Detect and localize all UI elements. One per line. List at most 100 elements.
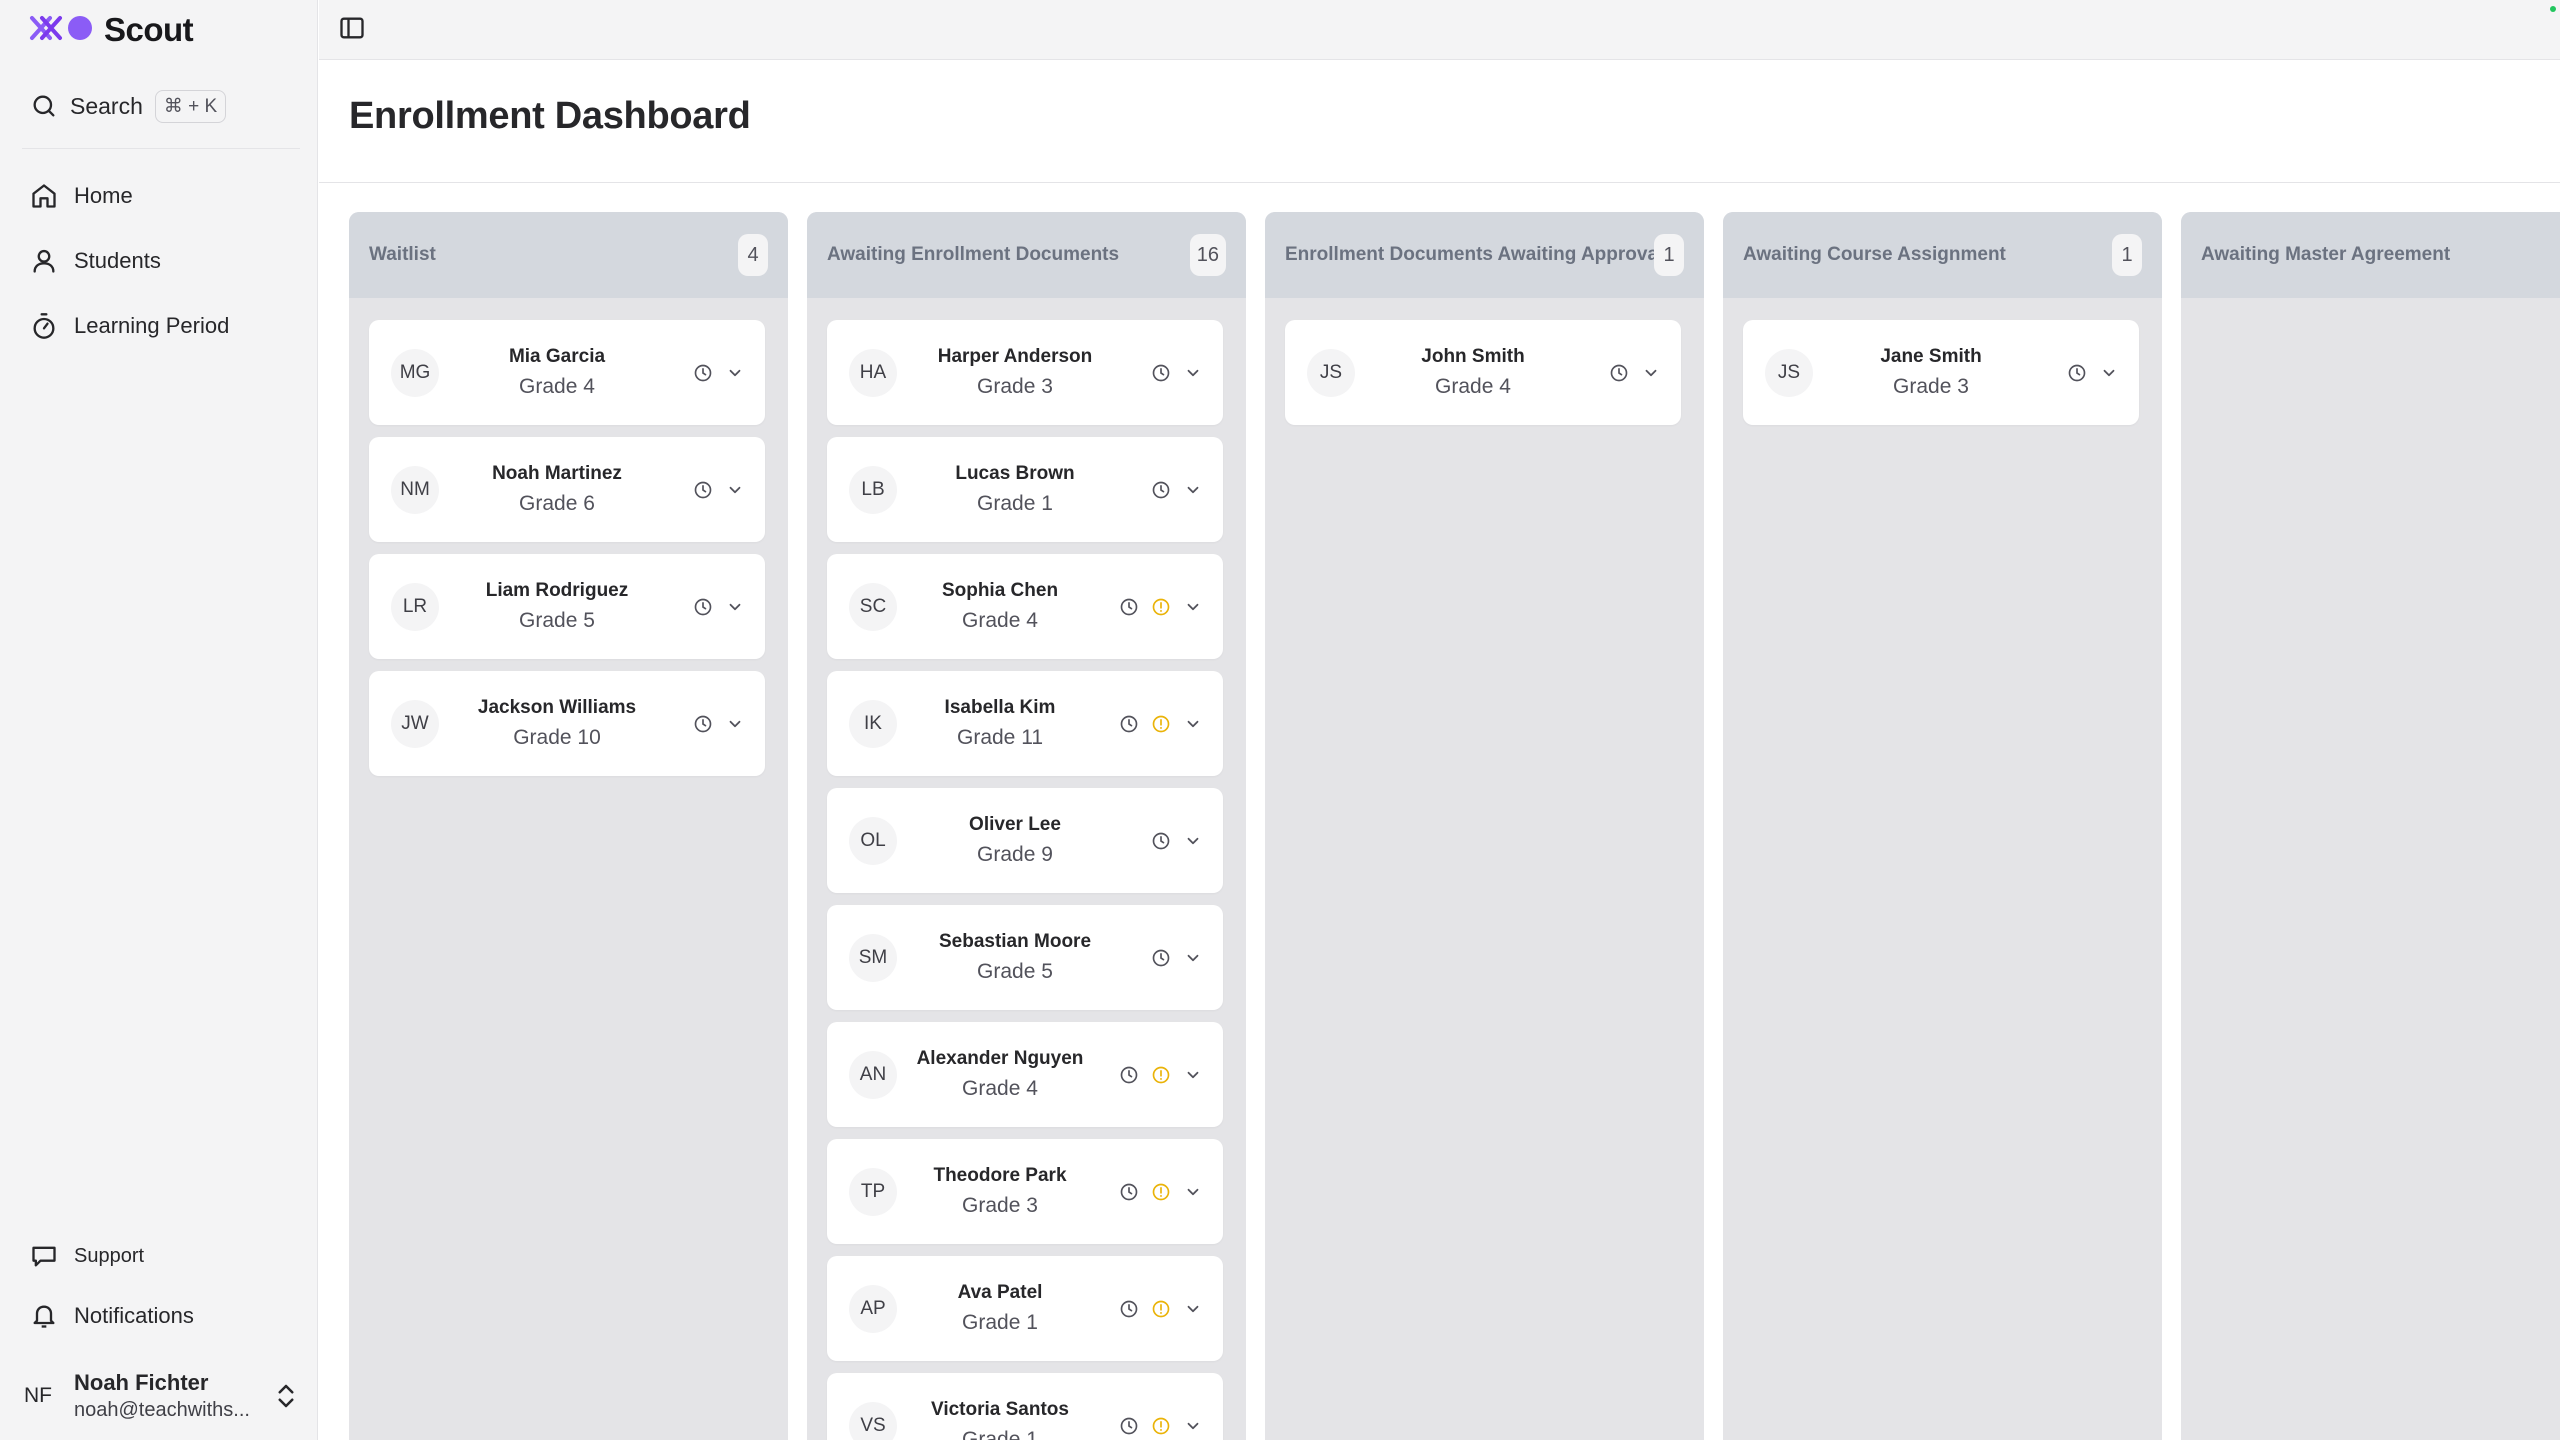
student-card[interactable]: TP Theodore Park Grade 3	[827, 1139, 1223, 1244]
chevron-down-icon[interactable]	[1181, 1414, 1205, 1438]
clock-icon[interactable]	[1117, 1297, 1141, 1321]
clock-icon[interactable]	[1117, 595, 1141, 619]
student-info: Isabella Kim Grade 11	[907, 693, 1093, 753]
chevron-down-icon[interactable]	[1181, 478, 1205, 502]
student-card[interactable]: AN Alexander Nguyen Grade 4	[827, 1022, 1223, 1127]
sidebar-item-label: Learning Period	[74, 313, 230, 338]
sidebar-item-label: Notifications	[74, 1303, 194, 1328]
chevron-down-icon[interactable]	[723, 595, 747, 619]
column-title: Awaiting Master Agreement	[2201, 244, 2451, 265]
student-avatar: TP	[849, 1168, 897, 1216]
clock-icon[interactable]	[1149, 829, 1173, 853]
chevron-down-icon[interactable]	[1181, 1063, 1205, 1087]
top-bar	[319, 0, 2560, 60]
kanban-column: Waitlist 4 MG Mia Garcia Grade 4 NM Noah Marti…	[349, 212, 788, 1440]
chevron-down-icon[interactable]	[2097, 361, 2121, 385]
sidebar-item-learning-period[interactable]: Learning Period	[28, 304, 229, 348]
clock-icon[interactable]	[1117, 1063, 1141, 1087]
student-grade: Grade 3	[1893, 375, 1969, 398]
clock-icon[interactable]	[2065, 361, 2089, 385]
search-shortcut: ⌘ + K	[154, 89, 227, 123]
student-card[interactable]: NM Noah Martinez Grade 6	[369, 437, 765, 542]
alert-circle-icon[interactable]	[1149, 595, 1173, 619]
card-actions	[691, 594, 747, 620]
sidebar-item-support[interactable]: Support	[28, 1234, 144, 1278]
chevron-down-icon[interactable]	[723, 361, 747, 385]
student-grade: Grade 4	[1435, 375, 1511, 398]
card-list: JS John Smith Grade 4	[1285, 320, 1681, 437]
student-card[interactable]: IK Isabella Kim Grade 11	[827, 671, 1223, 776]
alert-circle-icon[interactable]	[1149, 1180, 1173, 1204]
student-card[interactable]: JS John Smith Grade 4	[1285, 320, 1681, 425]
student-avatar: IK	[849, 700, 897, 748]
student-info: Alexander Nguyen Grade 4	[907, 1044, 1093, 1104]
card-actions	[1117, 1179, 1205, 1205]
clock-icon[interactable]	[1149, 361, 1173, 385]
sidebar-item-notifications[interactable]: Notifications	[28, 1294, 194, 1338]
student-info: Noah Martinez Grade 6	[449, 459, 665, 519]
student-avatar: LB	[849, 466, 897, 514]
chevron-down-icon[interactable]	[723, 478, 747, 502]
column-header: Awaiting Course Assignment 1	[1723, 212, 2162, 298]
chevron-down-icon[interactable]	[1181, 595, 1205, 619]
clock-icon[interactable]	[1607, 361, 1631, 385]
chevron-down-icon[interactable]	[1181, 1180, 1205, 1204]
chevron-down-icon[interactable]	[1181, 946, 1205, 970]
chevron-down-icon[interactable]	[1639, 361, 1663, 385]
clock-icon[interactable]	[691, 478, 715, 502]
student-card[interactable]: HA Harper Anderson Grade 3	[827, 320, 1223, 425]
student-name: Ava Patel	[957, 1282, 1043, 1303]
student-card[interactable]: JW Jackson Williams Grade 10	[369, 671, 765, 776]
student-avatar: LR	[391, 583, 439, 631]
clock-icon[interactable]	[691, 361, 715, 385]
clock-icon[interactable]	[1117, 1414, 1141, 1438]
alert-circle-icon[interactable]	[1149, 1297, 1173, 1321]
student-card[interactable]: MG Mia Garcia Grade 4	[369, 320, 765, 425]
student-name: Harper Anderson	[937, 346, 1093, 367]
clock-icon[interactable]	[691, 595, 715, 619]
sidebar-item-students[interactable]: Students	[28, 239, 161, 283]
alert-circle-icon[interactable]	[1149, 1414, 1173, 1438]
student-card[interactable]: JS Jane Smith Grade 3	[1743, 320, 2139, 425]
student-info: Oliver Lee Grade 9	[907, 810, 1123, 870]
clock-icon[interactable]	[1149, 946, 1173, 970]
search-button[interactable]: Search ⌘ + K	[28, 86, 227, 126]
bell-icon	[28, 1300, 60, 1332]
student-card[interactable]: SM Sebastian Moore Grade 5	[827, 905, 1223, 1010]
student-info: Jane Smith Grade 3	[1823, 342, 2039, 402]
chevron-down-icon[interactable]	[1181, 361, 1205, 385]
student-card[interactable]: VS Victoria Santos Grade 1	[827, 1373, 1223, 1440]
student-card[interactable]: SC Sophia Chen Grade 4	[827, 554, 1223, 659]
student-card[interactable]: AP Ava Patel Grade 1	[827, 1256, 1223, 1361]
status-indicator	[2550, 6, 2556, 12]
alert-circle-icon[interactable]	[1149, 712, 1173, 736]
student-avatar: VS	[849, 1402, 897, 1440]
chevron-down-icon[interactable]	[1181, 1297, 1205, 1321]
card-actions	[691, 477, 747, 503]
student-info: Lucas Brown Grade 1	[907, 459, 1123, 519]
student-card[interactable]: LB Lucas Brown Grade 1	[827, 437, 1223, 542]
clock-icon[interactable]	[1117, 1180, 1141, 1204]
app-name: Scout	[104, 11, 194, 48]
chevron-down-icon[interactable]	[1181, 712, 1205, 736]
sidebar-item-home[interactable]: Home	[28, 174, 133, 218]
student-grade: Grade 5	[977, 960, 1053, 983]
student-grade: Grade 1	[962, 1428, 1038, 1440]
card-actions	[691, 711, 747, 737]
chevron-down-icon[interactable]	[1181, 829, 1205, 853]
alert-circle-icon[interactable]	[1149, 1063, 1173, 1087]
user-menu[interactable]: NF Noah Fichter noah@teachwiths...	[24, 1364, 300, 1428]
brand[interactable]: Scout	[28, 10, 194, 51]
clock-icon[interactable]	[1117, 712, 1141, 736]
sidebar-item-label: Students	[74, 248, 161, 273]
clock-icon[interactable]	[691, 712, 715, 736]
column-header: Awaiting Enrollment Documents 16	[807, 212, 1246, 298]
student-card[interactable]: OL Oliver Lee Grade 9	[827, 788, 1223, 893]
student-card[interactable]: LR Liam Rodriguez Grade 5	[369, 554, 765, 659]
scout-logo-icon	[28, 10, 96, 51]
page-header: Enrollment Dashboard	[319, 61, 2560, 183]
student-grade: Grade 6	[519, 492, 595, 515]
chevron-down-icon[interactable]	[723, 712, 747, 736]
clock-icon[interactable]	[1149, 478, 1173, 502]
sidebar-toggle-button[interactable]	[333, 12, 371, 48]
